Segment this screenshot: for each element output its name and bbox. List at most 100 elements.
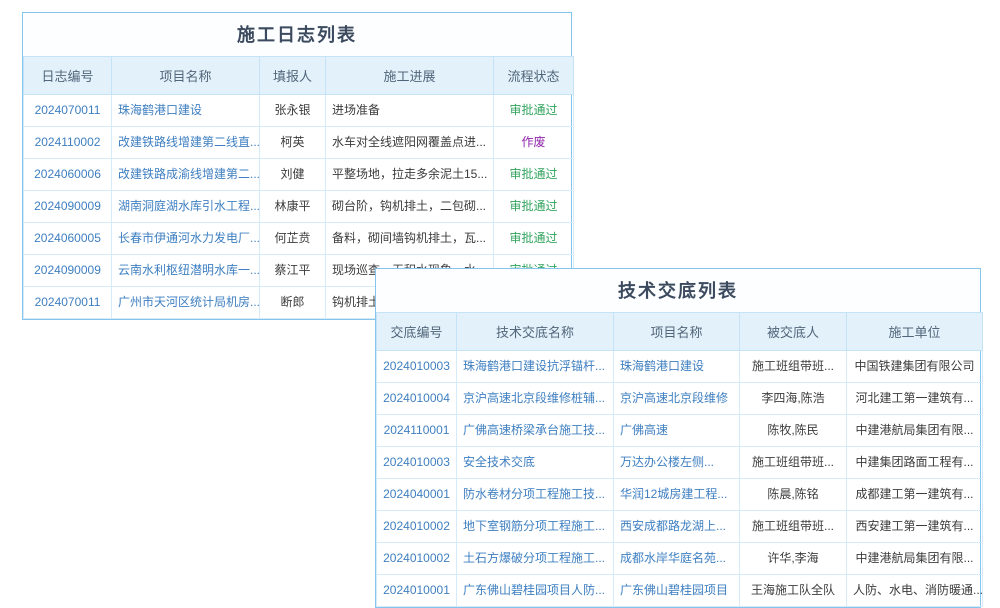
status-badge: 审批通过	[494, 191, 574, 223]
table-row: 2024070011珠海鹤港口建设张永银进场准备审批通过	[24, 95, 574, 127]
construction-unit-name: 西安建工第一建筑有...	[847, 511, 983, 543]
progress-text: 进场准备	[326, 95, 494, 127]
disclosure-id-link[interactable]: 2024010003	[377, 447, 457, 479]
construction-unit-name: 河北建工第一建筑有...	[847, 383, 983, 415]
filler-name: 断郎	[260, 287, 326, 319]
progress-text: 水车对全线遮阳网覆盖点进...	[326, 127, 494, 159]
disclosed-person-name: 施工班组带班...	[740, 351, 847, 383]
table-row: 2024010001广东佛山碧桂园项目人防...广东佛山碧桂园项目王海施工队全队…	[377, 575, 983, 607]
col-header-disclosed-person: 被交底人	[740, 313, 847, 351]
status-badge: 作废	[494, 127, 574, 159]
log-id-link[interactable]: 2024060006	[24, 159, 112, 191]
progress-text: 砌台阶，钩机排土，二包砌...	[326, 191, 494, 223]
log-id-link[interactable]: 2024090009	[24, 191, 112, 223]
project-name-link[interactable]: 万达办公楼左侧...	[614, 447, 740, 479]
filler-name: 张永银	[260, 95, 326, 127]
log-id-link[interactable]: 2024070011	[24, 287, 112, 319]
filler-name: 蔡江平	[260, 255, 326, 287]
log-id-link[interactable]: 2024060005	[24, 223, 112, 255]
col-header-construction-unit: 施工单位	[847, 313, 983, 351]
construction-unit-name: 成都建工第一建筑有...	[847, 479, 983, 511]
col-header-disclosure-name: 技术交底名称	[457, 313, 614, 351]
filler-name: 刘健	[260, 159, 326, 191]
project-name-link[interactable]: 改建铁路成渝线增建第二...	[112, 159, 260, 191]
project-name-link[interactable]: 珠海鹤港口建设	[614, 351, 740, 383]
table-row: 2024010002地下室钢筋分项工程施工...西安成都路龙湖上...施工班组带…	[377, 511, 983, 543]
disclosure-name-link[interactable]: 安全技术交底	[457, 447, 614, 479]
disclosed-person-name: 许华,李海	[740, 543, 847, 575]
disclosure-id-link[interactable]: 2024010003	[377, 351, 457, 383]
disclosure-name-link[interactable]: 珠海鹤港口建设抗浮锚杆...	[457, 351, 614, 383]
log-id-link[interactable]: 2024090009	[24, 255, 112, 287]
table-row: 2024010003珠海鹤港口建设抗浮锚杆...珠海鹤港口建设施工班组带班...…	[377, 351, 983, 383]
disclosure-name-link[interactable]: 地下室钢筋分项工程施工...	[457, 511, 614, 543]
project-name-link[interactable]: 珠海鹤港口建设	[112, 95, 260, 127]
project-name-link[interactable]: 云南水利枢纽潜明水库一...	[112, 255, 260, 287]
table-row: 2024010004京沪高速北京段维修桩辅...京沪高速北京段维修李四海,陈浩河…	[377, 383, 983, 415]
project-name-link[interactable]: 华润12城房建工程...	[614, 479, 740, 511]
status-badge: 审批通过	[494, 159, 574, 191]
table-row: 2024060006改建铁路成渝线增建第二...刘健平整场地，拉走多余泥土15.…	[24, 159, 574, 191]
table-row: 2024010003安全技术交底万达办公楼左侧...施工班组带班...中建集团路…	[377, 447, 983, 479]
col-header-log-id: 日志编号	[24, 57, 112, 95]
construction-unit-name: 中国铁建集团有限公司	[847, 351, 983, 383]
disclosure-id-link[interactable]: 2024110001	[377, 415, 457, 447]
col-header-progress: 施工进展	[326, 57, 494, 95]
log-id-link[interactable]: 2024070011	[24, 95, 112, 127]
table-row: 2024010002土石方爆破分项工程施工...成都水岸华庭名苑...许华,李海…	[377, 543, 983, 575]
disclosed-person-name: 施工班组带班...	[740, 447, 847, 479]
table-row: 2024090009湖南洞庭湖水库引水工程...林康平砌台阶，钩机排土，二包砌.…	[24, 191, 574, 223]
project-name-link[interactable]: 改建铁路线增建第二线直...	[112, 127, 260, 159]
filler-name: 林康平	[260, 191, 326, 223]
construction-unit-name: 中建港航局集团有限...	[847, 543, 983, 575]
project-name-link[interactable]: 长春市伊通河水力发电厂...	[112, 223, 260, 255]
col-header-filler: 填报人	[260, 57, 326, 95]
status-badge: 审批通过	[494, 223, 574, 255]
construction-log-title: 施工日志列表	[23, 13, 571, 56]
disclosed-person-name: 陈晨,陈铭	[740, 479, 847, 511]
technical-disclosure-title: 技术交底列表	[376, 269, 980, 312]
disclosure-name-link[interactable]: 广东佛山碧桂园项目人防...	[457, 575, 614, 607]
disclosed-person-name: 王海施工队全队	[740, 575, 847, 607]
table-row: 2024060005长春市伊通河水力发电厂...何芷贲备料，砌间墙钩机排土，瓦.…	[24, 223, 574, 255]
disclosure-name-link[interactable]: 防水卷材分项工程施工技...	[457, 479, 614, 511]
table-header-row: 交底编号 技术交底名称 项目名称 被交底人 施工单位	[377, 313, 983, 351]
disclosed-person-name: 施工班组带班...	[740, 511, 847, 543]
technical-disclosure-table: 交底编号 技术交底名称 项目名称 被交底人 施工单位 2024010003珠海鹤…	[376, 312, 983, 607]
disclosure-id-link[interactable]: 2024010002	[377, 543, 457, 575]
disclosure-name-link[interactable]: 土石方爆破分项工程施工...	[457, 543, 614, 575]
table-row: 2024110001广佛高速桥梁承台施工技...广佛高速陈牧,陈民中建港航局集团…	[377, 415, 983, 447]
project-name-link[interactable]: 广东佛山碧桂园项目	[614, 575, 740, 607]
technical-disclosure-panel: 技术交底列表 交底编号 技术交底名称 项目名称 被交底人 施工单位 202401…	[375, 268, 981, 608]
disclosure-id-link[interactable]: 2024040001	[377, 479, 457, 511]
col-header-status: 流程状态	[494, 57, 574, 95]
disclosed-person-name: 李四海,陈浩	[740, 383, 847, 415]
project-name-link[interactable]: 成都水岸华庭名苑...	[614, 543, 740, 575]
progress-text: 平整场地，拉走多余泥土15...	[326, 159, 494, 191]
disclosure-name-link[interactable]: 京沪高速北京段维修桩辅...	[457, 383, 614, 415]
construction-unit-name: 中建港航局集团有限...	[847, 415, 983, 447]
disclosure-id-link[interactable]: 2024010004	[377, 383, 457, 415]
project-name-link[interactable]: 广佛高速	[614, 415, 740, 447]
disclosed-person-name: 陈牧,陈民	[740, 415, 847, 447]
table-header-row: 日志编号 项目名称 填报人 施工进展 流程状态	[24, 57, 574, 95]
disclosure-id-link[interactable]: 2024010001	[377, 575, 457, 607]
status-badge: 审批通过	[494, 95, 574, 127]
project-name-link[interactable]: 西安成都路龙湖上...	[614, 511, 740, 543]
project-name-link[interactable]: 湖南洞庭湖水库引水工程...	[112, 191, 260, 223]
col-header-disclosure-id: 交底编号	[377, 313, 457, 351]
col-header-project-name: 项目名称	[614, 313, 740, 351]
table-row: 2024040001防水卷材分项工程施工技...华润12城房建工程...陈晨,陈…	[377, 479, 983, 511]
log-id-link[interactable]: 2024110002	[24, 127, 112, 159]
col-header-project-name: 项目名称	[112, 57, 260, 95]
project-name-link[interactable]: 京沪高速北京段维修	[614, 383, 740, 415]
construction-unit-name: 人防、水电、消防暖通...	[847, 575, 983, 607]
construction-unit-name: 中建集团路面工程有...	[847, 447, 983, 479]
disclosure-id-link[interactable]: 2024010002	[377, 511, 457, 543]
table-row: 2024110002改建铁路线增建第二线直...柯英水车对全线遮阳网覆盖点进..…	[24, 127, 574, 159]
filler-name: 何芷贲	[260, 223, 326, 255]
filler-name: 柯英	[260, 127, 326, 159]
disclosure-name-link[interactable]: 广佛高速桥梁承台施工技...	[457, 415, 614, 447]
progress-text: 备料，砌间墙钩机排土，瓦...	[326, 223, 494, 255]
project-name-link[interactable]: 广州市天河区统计局机房...	[112, 287, 260, 319]
